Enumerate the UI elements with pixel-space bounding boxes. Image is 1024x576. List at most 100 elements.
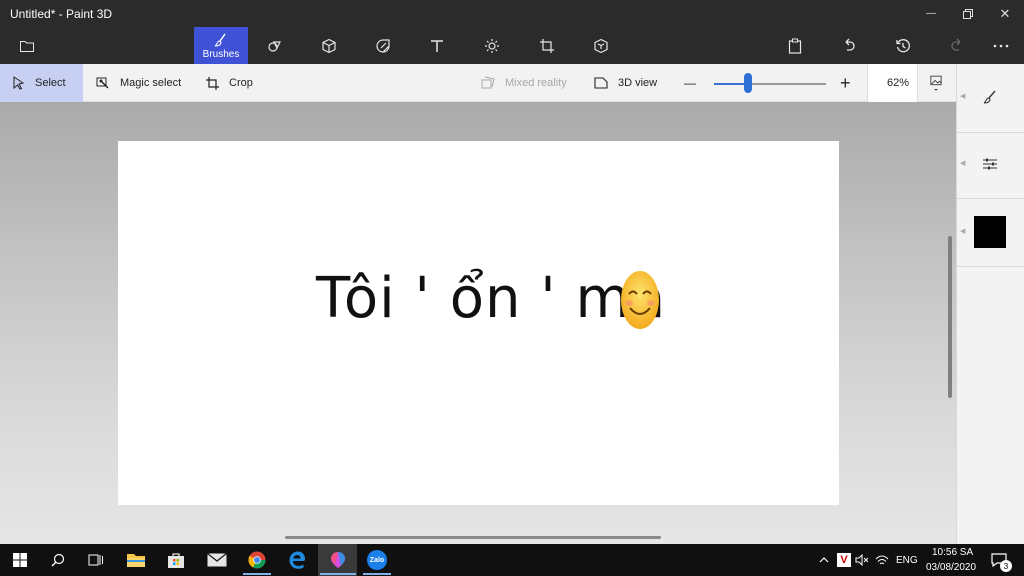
brush-icon (983, 90, 996, 104)
chevron-up-icon (819, 557, 829, 563)
panel-divider (957, 266, 1024, 267)
zoom-slider-track[interactable] (714, 83, 826, 85)
zalo-button[interactable]: Zalo (357, 544, 397, 576)
task-view-button[interactable] (76, 544, 116, 576)
network-button[interactable] (872, 544, 892, 576)
vertical-scrollbar[interactable] (948, 236, 952, 398)
task-view-icon (88, 554, 103, 566)
history-icon (896, 38, 910, 52)
input-language[interactable]: ENG (896, 555, 918, 566)
close-button[interactable]: ✕ (987, 0, 1023, 27)
mail-icon (207, 553, 227, 567)
redo-icon (951, 38, 961, 51)
zoom-slider-fill (714, 83, 748, 85)
brush-panel-button[interactable] (968, 78, 1012, 116)
edge-icon (289, 551, 305, 569)
clock-date[interactable]: 03/08/2020 (926, 562, 976, 573)
canvas-text[interactable]: Tôi ' ổn ' mà (316, 266, 666, 331)
collapse-caret-icon: ◀ (960, 93, 966, 100)
search-button[interactable] (38, 544, 78, 576)
collapse-caret-icon: ◀ (960, 160, 966, 167)
unikey-button[interactable]: V (834, 544, 854, 576)
3d-library-button[interactable] (574, 27, 628, 64)
side-panel (956, 64, 1024, 544)
more-button[interactable] (977, 27, 1024, 64)
folder-icon (20, 40, 34, 52)
zoom-out-button[interactable]: — (684, 64, 696, 102)
action-center-button[interactable]: 3 (984, 544, 1014, 576)
history-button[interactable] (876, 27, 930, 64)
zoom-percentage[interactable]: 62% (867, 64, 918, 102)
select-label: Select (35, 77, 66, 89)
text-icon (431, 39, 443, 52)
title-bar: Untitled* - Paint 3D (0, 0, 1024, 27)
panel-divider (957, 198, 1024, 199)
paint3d-icon (331, 552, 345, 568)
store-button[interactable] (156, 544, 196, 576)
mixed-reality-icon (481, 76, 495, 89)
restore-icon (963, 8, 973, 19)
start-button[interactable] (0, 544, 40, 576)
2d-shapes-button[interactable] (248, 27, 302, 64)
active-color-swatch[interactable] (974, 216, 1006, 248)
magic-select-icon (96, 77, 109, 89)
chrome-running-indicator (243, 573, 271, 575)
windows-logo-icon (13, 553, 27, 567)
magic-select-tool[interactable]: Magic select (96, 64, 181, 102)
cube-icon (322, 38, 336, 53)
3d-view-icon (594, 77, 608, 89)
minimize-button[interactable]: — (913, 0, 949, 27)
sticker-icon (376, 38, 390, 53)
chrome-icon (248, 551, 266, 569)
zoom-slider-thumb[interactable] (743, 73, 752, 93)
crop-label: Crop (229, 77, 253, 89)
store-bag-icon (168, 553, 184, 568)
notification-count-badge: 3 (1000, 560, 1012, 572)
mixed-reality-button[interactable]: Mixed reality (481, 64, 567, 102)
paint3d-button[interactable] (318, 544, 358, 576)
volume-muted-icon (855, 554, 869, 566)
menu-button[interactable] (0, 27, 54, 64)
horizontal-scrollbar[interactable] (285, 536, 661, 539)
sliders-icon (983, 158, 997, 170)
more-icon (993, 44, 1008, 47)
undo-button[interactable] (822, 27, 876, 64)
chrome-button[interactable] (237, 544, 277, 576)
zalo-running-indicator (363, 573, 391, 575)
file-explorer-button[interactable] (116, 544, 156, 576)
select-tool[interactable]: Select (0, 64, 83, 102)
zoom-in-button[interactable]: + (840, 64, 851, 102)
undo-icon (845, 38, 855, 51)
effects-button[interactable] (465, 27, 519, 64)
collapse-caret-icon: ◀ (960, 228, 966, 235)
text-button[interactable] (410, 27, 464, 64)
plus-icon: + (840, 72, 851, 93)
stickers-button[interactable] (356, 27, 410, 64)
crop-tool[interactable]: Crop (206, 64, 253, 102)
paste-button[interactable] (768, 27, 822, 64)
canvas-button[interactable] (520, 27, 574, 64)
3d-view-label: 3D view (618, 77, 658, 89)
3d-library-icon (594, 38, 608, 53)
cursor-arrow-icon (13, 76, 25, 90)
brushes-button[interactable]: Brushes (194, 27, 248, 64)
smiling-face-emoji-icon[interactable] (620, 270, 660, 330)
mail-button[interactable] (197, 544, 237, 576)
3d-view-toggle[interactable]: 3D view (594, 64, 657, 102)
volume-button[interactable] (852, 544, 872, 576)
show-hidden-icons-button[interactable] (814, 544, 834, 576)
redo-button[interactable] (930, 27, 984, 64)
brush-icon (214, 33, 226, 46)
shapes-icon (268, 40, 281, 52)
edge-button[interactable] (277, 544, 317, 576)
clipboard-icon (788, 38, 802, 54)
window-title: Untitled* - Paint 3D (10, 7, 113, 21)
3d-shapes-button[interactable] (302, 27, 356, 64)
sun-icon (485, 38, 499, 53)
image-view-button[interactable] (930, 64, 952, 102)
maximize-button[interactable] (950, 0, 986, 27)
wifi-icon (875, 555, 889, 565)
zalo-icon: Zalo (367, 550, 387, 570)
adjustments-button[interactable] (968, 145, 1012, 183)
clock-time[interactable]: 10:56 SA (932, 547, 973, 558)
